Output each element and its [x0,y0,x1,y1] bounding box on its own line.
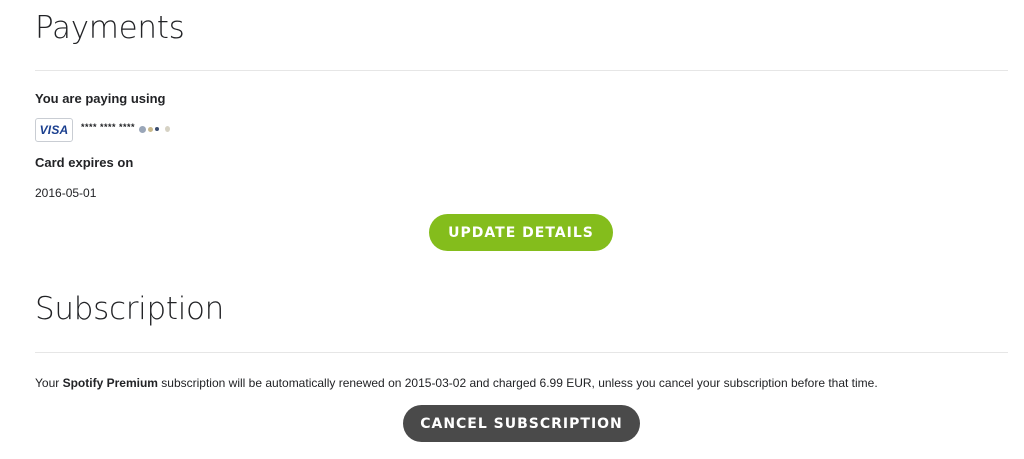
payments-heading: Payments [35,10,185,46]
cancel-subscription-button[interactable]: CANCEL SUBSCRIPTION [403,405,640,442]
card-info: VISA **** **** **** [35,118,171,142]
payments-divider [35,70,1008,71]
card-expiry-date: 2016-05-01 [35,186,97,200]
account-page: Payments You are paying using VISA **** … [0,0,1024,459]
subscription-divider [35,352,1008,353]
masked-card-number: **** **** **** [81,122,136,132]
card-expires-label: Card expires on [35,155,134,170]
subscription-text-suffix: subscription will be automatically renew… [157,376,878,390]
visa-card-icon: VISA [35,118,73,142]
subscription-text-prefix: Your [35,376,63,390]
paying-using-label: You are paying using [35,91,166,106]
subscription-product-name: Spotify Premium [62,376,158,390]
update-details-button[interactable]: UPDATE DETAILS [429,214,613,251]
subscription-renewal-text: Your Spotify Premium subscription will b… [35,376,878,390]
card-digits-redacted-icon [139,125,171,133]
subscription-heading: Subscription [35,291,225,327]
